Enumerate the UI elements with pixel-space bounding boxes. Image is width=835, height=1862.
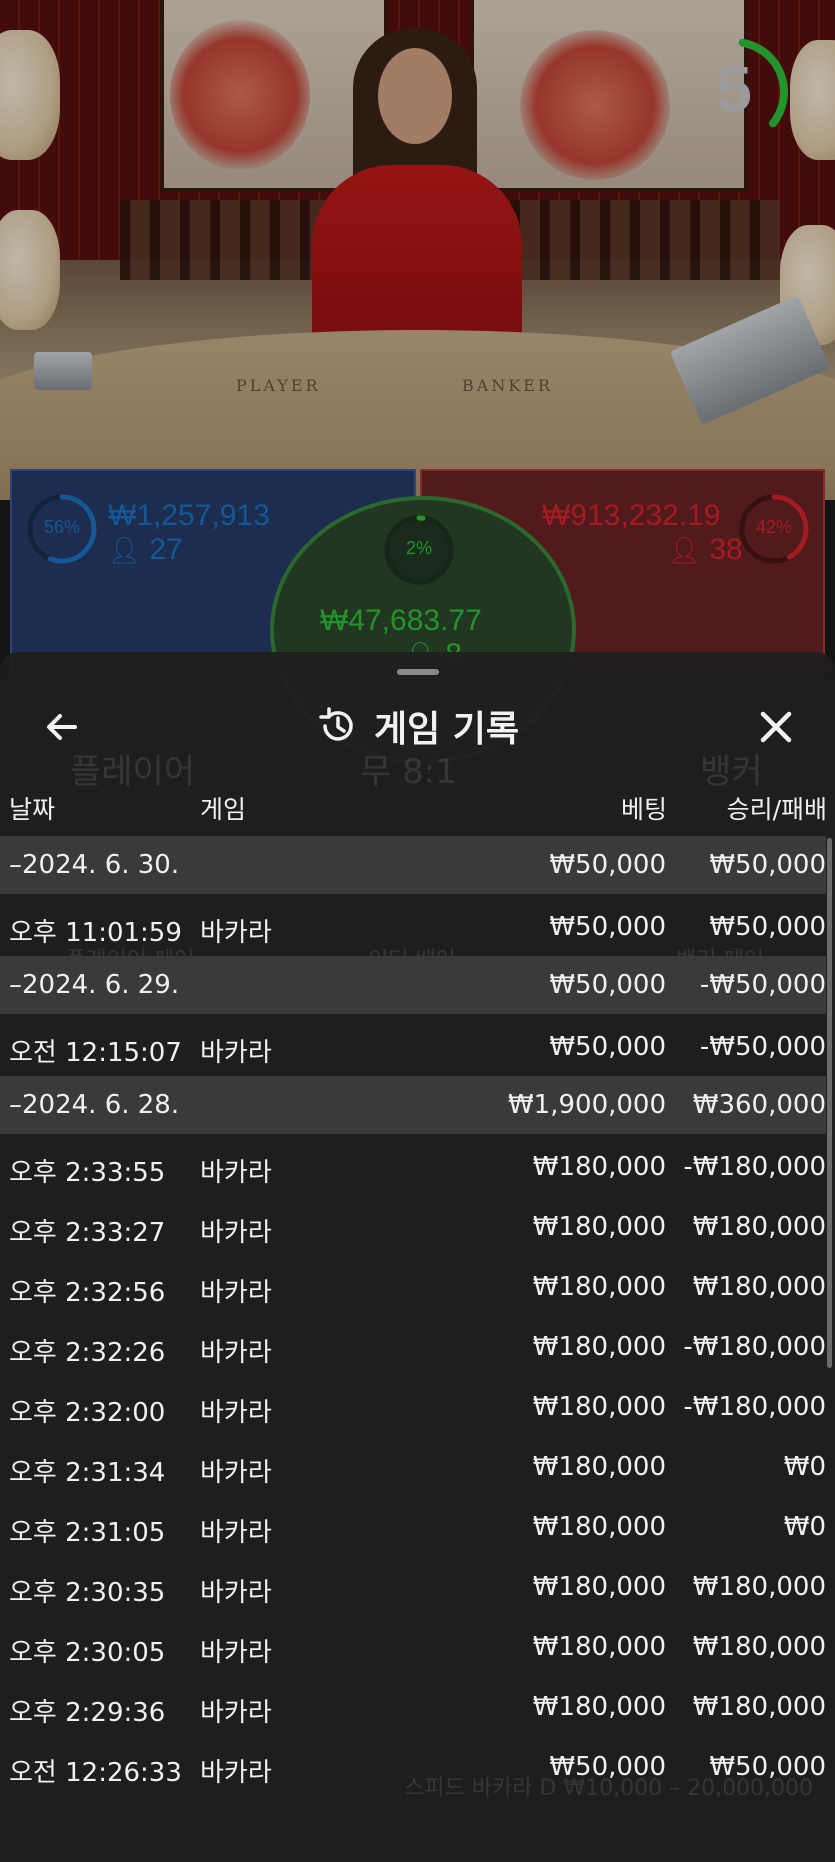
history-cell-bet: ₩1,900,000 — [507, 1090, 666, 1120]
history-cell-result: -₩180,000 — [683, 1152, 826, 1182]
history-round-row[interactable]: 오후 2:32:26 바카라 ₩180,000 -₩180,000 — [0, 1316, 826, 1376]
history-cell-bet: ₩180,000 — [532, 1272, 666, 1302]
history-cell-result: ₩180,000 — [692, 1212, 826, 1242]
history-cell-time: 오후 2:32:00 — [9, 1398, 166, 1428]
history-cell-bet: ₩180,000 — [532, 1512, 666, 1542]
history-cell-game: 바카라 — [200, 1758, 272, 1788]
history-cell-result: -₩180,000 — [683, 1392, 826, 1422]
history-cell-game: 바카라 — [200, 1638, 272, 1668]
column-header-game: 게임 — [200, 795, 247, 824]
history-cell-bet: ₩180,000 — [532, 1212, 666, 1242]
video-dim-overlay — [0, 0, 835, 680]
history-cell-time: 오후 2:33:55 — [9, 1158, 166, 1188]
column-header-result: 승리/패배 — [726, 795, 827, 824]
history-cell-game: 바카라 — [200, 1218, 272, 1248]
history-table-body[interactable]: –2024. 6. 30. ₩50,000 ₩50,000 오후 11:01:59 바카… — [0, 836, 826, 1796]
history-cell-time: 오후 2:31:34 — [9, 1458, 166, 1488]
history-round-row[interactable]: 오후 11:01:59 바카라 ₩50,000 ₩50,000 — [0, 896, 826, 956]
history-cell-result: ₩180,000 — [692, 1632, 826, 1662]
history-cell-result: ₩180,000 — [692, 1692, 826, 1722]
history-cell-game: 바카라 — [200, 1038, 272, 1068]
history-round-row[interactable]: 오후 2:32:00 바카라 ₩180,000 -₩180,000 — [0, 1376, 826, 1436]
close-icon — [760, 711, 792, 743]
history-cell-game: 바카라 — [200, 1698, 272, 1728]
history-cell-result: ₩180,000 — [692, 1572, 826, 1602]
history-cell-bet: ₩180,000 — [532, 1332, 666, 1362]
history-cell-time: 오후 2:30:35 — [9, 1578, 166, 1608]
history-cell-bet: ₩180,000 — [532, 1452, 666, 1482]
history-cell-result: -₩180,000 — [683, 1332, 826, 1362]
history-cell-bet: ₩180,000 — [532, 1572, 666, 1602]
history-cell-time: 오후 2:29:36 — [9, 1698, 166, 1728]
sheet-drag-handle[interactable] — [397, 669, 439, 675]
history-cell-result: -₩50,000 — [699, 1032, 826, 1062]
history-cell-date: –2024. 6. 28. — [9, 1090, 180, 1120]
history-cell-game: 바카라 — [200, 1338, 272, 1368]
history-cell-bet: ₩50,000 — [549, 1752, 666, 1782]
history-cell-bet: ₩50,000 — [549, 850, 666, 880]
history-cell-date: –2024. 6. 29. — [9, 970, 180, 1000]
history-round-row[interactable]: 오후 2:31:05 바카라 ₩180,000 ₩0 — [0, 1496, 826, 1556]
history-round-row[interactable]: 오후 2:33:27 바카라 ₩180,000 ₩180,000 — [0, 1196, 826, 1256]
history-round-row[interactable]: 오후 2:30:05 바카라 ₩180,000 ₩180,000 — [0, 1616, 826, 1676]
history-date-group-row[interactable]: –2024. 6. 30. ₩50,000 ₩50,000 — [0, 836, 826, 894]
history-cell-bet: ₩50,000 — [549, 970, 666, 1000]
history-cell-result: ₩50,000 — [709, 912, 826, 942]
history-table-header: 날짜 게임 베팅 승리/패배 — [0, 782, 835, 830]
history-cell-game: 바카라 — [200, 1398, 272, 1428]
history-cell-game: 바카라 — [200, 918, 272, 948]
history-cell-time: 오후 2:30:05 — [9, 1638, 166, 1668]
history-cell-result: ₩360,000 — [692, 1090, 826, 1120]
sheet-title: 게임 기록 — [373, 709, 519, 750]
history-cell-game: 바카라 — [200, 1518, 272, 1548]
history-round-row[interactable]: 오후 2:32:56 바카라 ₩180,000 ₩180,000 — [0, 1256, 826, 1316]
history-cell-time: 오후 11:01:59 — [9, 918, 182, 948]
history-cell-result: ₩0 — [783, 1512, 826, 1542]
history-icon — [319, 707, 353, 741]
history-cell-game: 바카라 — [200, 1278, 272, 1308]
history-cell-bet: ₩180,000 — [532, 1632, 666, 1662]
history-cell-game: 바카라 — [200, 1578, 272, 1608]
history-cell-bet: ₩180,000 — [532, 1152, 666, 1182]
history-cell-result: ₩0 — [783, 1452, 826, 1482]
history-round-row[interactable]: 오전 12:26:33 바카라 ₩50,000 ₩50,000 — [0, 1736, 826, 1796]
history-cell-time: 오전 12:26:33 — [9, 1758, 182, 1788]
history-cell-result: ₩180,000 — [692, 1272, 826, 1302]
history-cell-time: 오후 2:32:56 — [9, 1278, 166, 1308]
history-cell-game: 바카라 — [200, 1158, 272, 1188]
close-button[interactable] — [748, 699, 804, 755]
history-date-group-row[interactable]: –2024. 6. 29. ₩50,000 -₩50,000 — [0, 956, 826, 1014]
history-cell-result: -₩50,000 — [699, 970, 826, 1000]
history-date-group-row[interactable]: –2024. 6. 28. ₩1,900,000 ₩360,000 — [0, 1076, 826, 1134]
history-round-row[interactable]: 오후 2:31:34 바카라 ₩180,000 ₩0 — [0, 1436, 826, 1496]
history-round-row[interactable]: 오후 2:30:35 바카라 ₩180,000 ₩180,000 — [0, 1556, 826, 1616]
history-cell-date: –2024. 6. 30. — [9, 850, 180, 880]
history-scrollbar[interactable] — [827, 838, 832, 1368]
history-cell-time: 오후 2:33:27 — [9, 1218, 166, 1248]
history-cell-time: 오후 2:32:26 — [9, 1338, 166, 1368]
history-round-row[interactable]: 오후 2:29:36 바카라 ₩180,000 ₩180,000 — [0, 1676, 826, 1736]
game-history-sheet: 플레이어 무 8:1 뱅커 플레이어 보너스 퍼펙트 페어 뱅커 보너스 플레이… — [0, 652, 835, 1862]
history-cell-bet: ₩50,000 — [549, 1032, 666, 1062]
history-round-row[interactable]: 오후 2:33:55 바카라 ₩180,000 -₩180,000 — [0, 1136, 826, 1196]
history-cell-game: 바카라 — [200, 1458, 272, 1488]
history-cell-bet: ₩180,000 — [532, 1392, 666, 1422]
column-header-bet: 베팅 — [620, 795, 667, 824]
history-cell-time: 오후 2:31:05 — [9, 1518, 166, 1548]
history-cell-bet: ₩50,000 — [549, 912, 666, 942]
history-cell-result: ₩50,000 — [709, 1752, 826, 1782]
history-round-row[interactable]: 오전 12:15:07 바카라 ₩50,000 -₩50,000 — [0, 1016, 826, 1076]
history-cell-time: 오전 12:15:07 — [9, 1038, 182, 1068]
history-cell-result: ₩50,000 — [709, 850, 826, 880]
column-header-date: 날짜 — [9, 795, 56, 824]
list-bottom-fade — [0, 1792, 835, 1862]
history-cell-bet: ₩180,000 — [532, 1692, 666, 1722]
